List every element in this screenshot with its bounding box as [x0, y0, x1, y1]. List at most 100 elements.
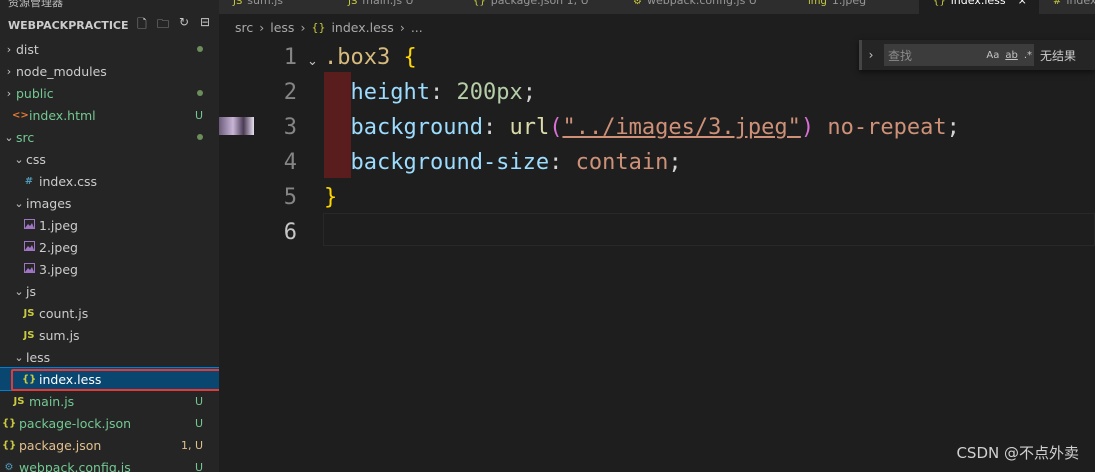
- fold-chevron-icon[interactable]: ⌄: [307, 54, 318, 69]
- tab-label: index.: [1066, 0, 1095, 7]
- new-file-icon[interactable]: 🗋: [134, 15, 150, 36]
- html-file-icon: <>: [12, 109, 29, 121]
- explorer-header: 资源管理器: [8, 0, 63, 9]
- chevron-right-icon[interactable]: ›: [2, 87, 16, 100]
- tree-item-less[interactable]: ⌄ less: [0, 346, 219, 368]
- breadcrumb-separator-icon: ›: [259, 19, 265, 35]
- tree-item-js[interactable]: ⌄ js: [0, 280, 219, 302]
- tree-item-label: webpack.config.js: [19, 459, 131, 472]
- js-file-icon: JS: [23, 307, 35, 319]
- tab-index-[interactable]: # index.: [1039, 0, 1095, 14]
- tree-item-public[interactable]: › public: [0, 82, 219, 104]
- watermark: CSDN @不点外卖: [956, 444, 1079, 462]
- code-line[interactable]: height: 200px;: [324, 75, 535, 110]
- explorer-actions: 🗋 🗀 ↻ ⊟: [134, 15, 219, 36]
- tab-main-js[interactable]: JS main.js U: [334, 0, 459, 14]
- tab-sum-js[interactable]: JS sum.js: [219, 0, 334, 14]
- line-number: 3: [283, 115, 297, 140]
- tree-item-label: dist: [16, 41, 39, 57]
- tab-file-icon: img: [808, 0, 827, 7]
- tab-1-jpeg[interactable]: img 1.jpeg: [794, 0, 919, 14]
- code-token: :: [429, 80, 457, 105]
- toggle-replace-chevron-icon[interactable]: ›: [859, 40, 880, 70]
- use-regex-icon[interactable]: .*: [1024, 50, 1032, 61]
- code-line[interactable]: .box3 {: [324, 40, 417, 75]
- tree-item-package-json[interactable]: {} package.json 1, U: [0, 434, 219, 456]
- line-number: 6: [283, 220, 297, 245]
- breadcrumb-item-symbol[interactable]: ...: [411, 20, 423, 35]
- chevron-right-icon[interactable]: ›: [2, 43, 16, 56]
- tree-item-2-jpeg[interactable]: 2.jpeg: [0, 236, 219, 258]
- config-file-icon: ⚙: [4, 461, 14, 472]
- tree-item-count-js[interactable]: JS count.js: [0, 302, 219, 324]
- code-line[interactable]: background-size: contain;: [324, 145, 681, 180]
- highlight-annotation-box: [11, 369, 237, 391]
- tab-index-less[interactable]: {} index.less ×: [919, 0, 1039, 14]
- tab-package-json[interactable]: {} package.json 1, U: [459, 0, 619, 14]
- collapse-all-icon[interactable]: ⊟: [197, 15, 213, 36]
- git-status-dot: [197, 134, 203, 140]
- tab-webpack-config-js[interactable]: ⚙ webpack.config.js U: [619, 0, 794, 14]
- tree-item-label: 2.jpeg: [39, 239, 78, 255]
- tree-item-src[interactable]: ⌄ src: [0, 126, 219, 148]
- tree-item-index-html[interactable]: <> index.html U: [0, 104, 219, 126]
- chevron-right-icon[interactable]: ›: [2, 65, 16, 78]
- code-line[interactable]: background: url("../images/3.jpeg") no-r…: [324, 110, 960, 145]
- tree-item-label: index.css: [39, 173, 98, 189]
- code-editor[interactable]: ⌄ › 查找 Aa ab .* 无结果 1 2 3 4 5 6 .box3 { height…: [219, 40, 1095, 472]
- tab-file-icon: ⚙: [633, 0, 642, 7]
- tree-item-label: main.js: [29, 393, 75, 409]
- code-token: background-size: [324, 150, 550, 175]
- js-file-icon: JS: [23, 329, 35, 341]
- git-status-badge: U: [194, 460, 203, 472]
- editor-tab-bar: JS sum.js JS main.js U {} package.json 1, U ⚙ w…: [219, 0, 1095, 14]
- breadcrumb-item-src[interactable]: src: [235, 20, 253, 35]
- code-token: url: [509, 115, 550, 140]
- chevron-down-icon[interactable]: ⌄: [12, 351, 26, 364]
- tree-item-index-css[interactable]: # index.css: [0, 170, 219, 192]
- code-token: "../images/3.jpeg": [562, 115, 801, 140]
- tree-item-label: js: [26, 283, 36, 299]
- close-icon[interactable]: ×: [1018, 0, 1027, 7]
- tree-item-dist[interactable]: › dist: [0, 38, 219, 60]
- tree-item-main-js[interactable]: JS main.js U: [0, 390, 219, 412]
- tree-item-label: images: [26, 195, 72, 211]
- match-whole-word-icon[interactable]: ab: [1005, 50, 1017, 61]
- tree-item-node-modules[interactable]: › node_modules: [0, 60, 219, 82]
- tree-item-webpack-config-js[interactable]: ⚙ webpack.config.js U: [0, 456, 219, 472]
- breadcrumb-item-file[interactable]: index.less: [331, 20, 393, 35]
- code-token: 200px: [456, 80, 523, 105]
- code-line[interactable]: }: [324, 180, 337, 215]
- find-input[interactable]: 查找 Aa ab .*: [884, 44, 1034, 66]
- tab-label: main.js U: [362, 0, 414, 7]
- chevron-down-icon[interactable]: ⌄: [12, 285, 26, 298]
- chevron-down-icon[interactable]: ⌄: [2, 131, 16, 144]
- breadcrumb-item-less[interactable]: less: [270, 20, 294, 35]
- tree-item-label: package-lock.json: [19, 415, 132, 431]
- image-file-icon: [22, 218, 36, 232]
- tree-item-sum-js[interactable]: JS sum.js: [0, 324, 219, 346]
- tab-file-icon: JS: [233, 0, 243, 7]
- refresh-icon[interactable]: ↻: [176, 15, 192, 36]
- explorer-section-header[interactable]: WEBPACKPRACTICE 🗋 🗀 ↻ ⊟: [0, 14, 219, 36]
- code-token: ;: [946, 115, 960, 140]
- tree-item-1-jpeg[interactable]: 1.jpeg: [0, 214, 219, 236]
- new-folder-icon[interactable]: 🗀: [155, 15, 171, 36]
- chevron-down-icon[interactable]: ⌄: [12, 153, 26, 166]
- workspace-title[interactable]: WEBPACKPRACTICE: [8, 19, 134, 32]
- tab-label: webpack.config.js U: [646, 0, 757, 7]
- tree-item-package-lock-json[interactable]: {} package-lock.json U: [0, 412, 219, 434]
- match-case-icon[interactable]: Aa: [986, 50, 999, 61]
- tree-item-css[interactable]: ⌄ css: [0, 148, 219, 170]
- file-tree: › dist › node_modules › public <> index.html U ⌄ s…: [0, 38, 219, 472]
- git-status-badge: U: [194, 108, 203, 122]
- chevron-down-icon[interactable]: ⌄: [12, 197, 26, 210]
- tab-label: package.json 1, U: [490, 0, 589, 7]
- git-status-dot: [197, 90, 203, 96]
- tree-item-images[interactable]: ⌄ images: [0, 192, 219, 214]
- line-number: 4: [283, 150, 297, 175]
- tree-item-label: 3.jpeg: [39, 261, 78, 277]
- tree-item-3-jpeg[interactable]: 3.jpeg: [0, 258, 219, 280]
